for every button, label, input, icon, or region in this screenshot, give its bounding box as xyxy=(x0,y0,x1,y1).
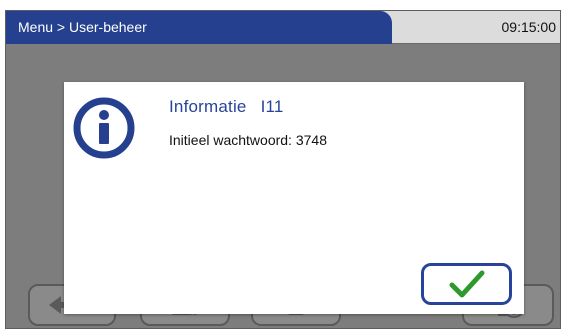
dialog-title: Informatie I11 xyxy=(169,97,284,117)
info-dialog: Informatie I11 Initieel wachtwoord: 3748 xyxy=(64,82,524,314)
ok-button[interactable] xyxy=(421,263,512,305)
breadcrumb: Menu > User-beheer xyxy=(6,11,392,44)
password-label: Initieel wachtwoord: xyxy=(169,132,292,148)
title-bar: Menu > User-beheer 09:15:00 xyxy=(6,11,560,44)
app-window: Menu > User-beheer 09:15:00 Informatie I… xyxy=(5,10,561,329)
clock: 09:15:00 xyxy=(501,19,557,35)
dialog-title-text: Informatie xyxy=(169,97,247,116)
checkmark-icon xyxy=(449,270,484,298)
breadcrumb-text: Menu > User-beheer xyxy=(18,19,147,35)
dialog-message: Initieel wachtwoord: 3748 xyxy=(169,132,327,148)
info-icon xyxy=(73,97,135,159)
dialog-code: I11 xyxy=(260,97,284,116)
password-value: 3748 xyxy=(295,132,327,148)
